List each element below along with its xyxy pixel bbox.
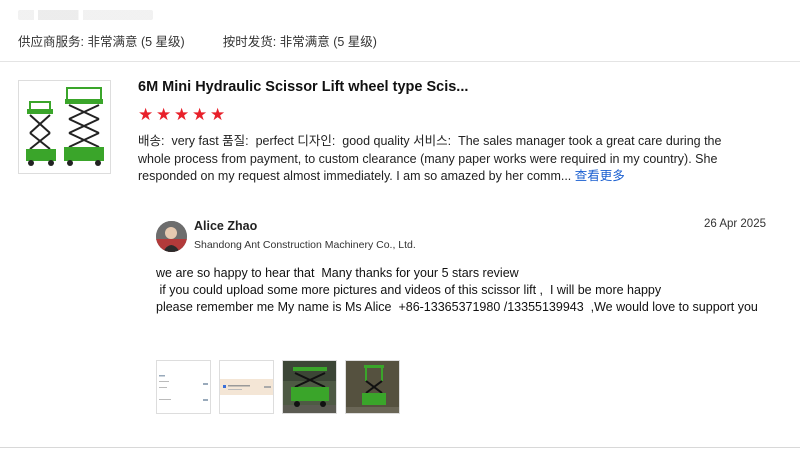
review-value-quality: perfect [255, 134, 294, 148]
review-text: 배송: very fast 품질: perfect 디자인: good qual… [138, 133, 750, 186]
review-key-shipping: 배송: [138, 134, 165, 148]
review-value-design: good quality [342, 134, 410, 148]
rating-stars-text: (5 星级) [333, 35, 377, 49]
product-title[interactable]: 6M Mini Hydraulic Scissor Lift wheel typ… [138, 79, 468, 95]
supplier-ratings: 供应商服务: 非常满意 (5 星级) 按时发货: 非常满意 (5 星级) [18, 31, 377, 50]
rating-label: 按时发货: [222, 35, 277, 49]
review-key-design: 디자인: [297, 134, 336, 148]
rating-supplier-service: 供应商服务: 非常满意 (5 星级) [18, 31, 185, 50]
star-icon: ★ [174, 105, 190, 124]
product-thumbnail[interactable] [18, 80, 111, 174]
rating-value: 非常满意 [279, 35, 330, 49]
replier-name: Alice Zhao [194, 219, 258, 233]
rating-value: 非常满意 [87, 35, 138, 49]
avatar [156, 221, 187, 252]
attachment-thumbnail[interactable] [345, 360, 400, 414]
star-icon: ★ [138, 105, 154, 124]
reply-date: 26 Apr 2025 [703, 218, 766, 230]
see-more-link[interactable]: 查看更多 [575, 169, 625, 183]
review-value-shipping: very fast [171, 134, 219, 148]
blurred-header-text [18, 10, 153, 20]
reply-body: we are so happy to hear that Many thanks… [156, 266, 758, 315]
attachment-thumbnail[interactable] [219, 360, 274, 414]
star-icon: ★ [192, 105, 208, 124]
divider [0, 61, 800, 62]
replier-company: Shandong Ant Construction Machinery Co.,… [194, 239, 416, 251]
review-star-rating: ★ ★ ★ ★ ★ [138, 105, 226, 124]
divider [0, 447, 800, 448]
review-key-quality: 품질: [222, 134, 249, 148]
attachment-thumbnail[interactable] [156, 360, 211, 414]
review-key-service: 서비스: [413, 134, 452, 148]
rating-on-time-delivery: 按时发货: 非常满意 (5 星级) [223, 31, 377, 50]
reply-attachments [156, 360, 400, 414]
star-icon: ★ [156, 105, 172, 124]
rating-stars-text: (5 星级) [140, 35, 185, 49]
star-icon: ★ [210, 105, 226, 124]
attachment-thumbnail[interactable] [282, 360, 337, 414]
rating-label: 供应商服务: [18, 35, 84, 49]
